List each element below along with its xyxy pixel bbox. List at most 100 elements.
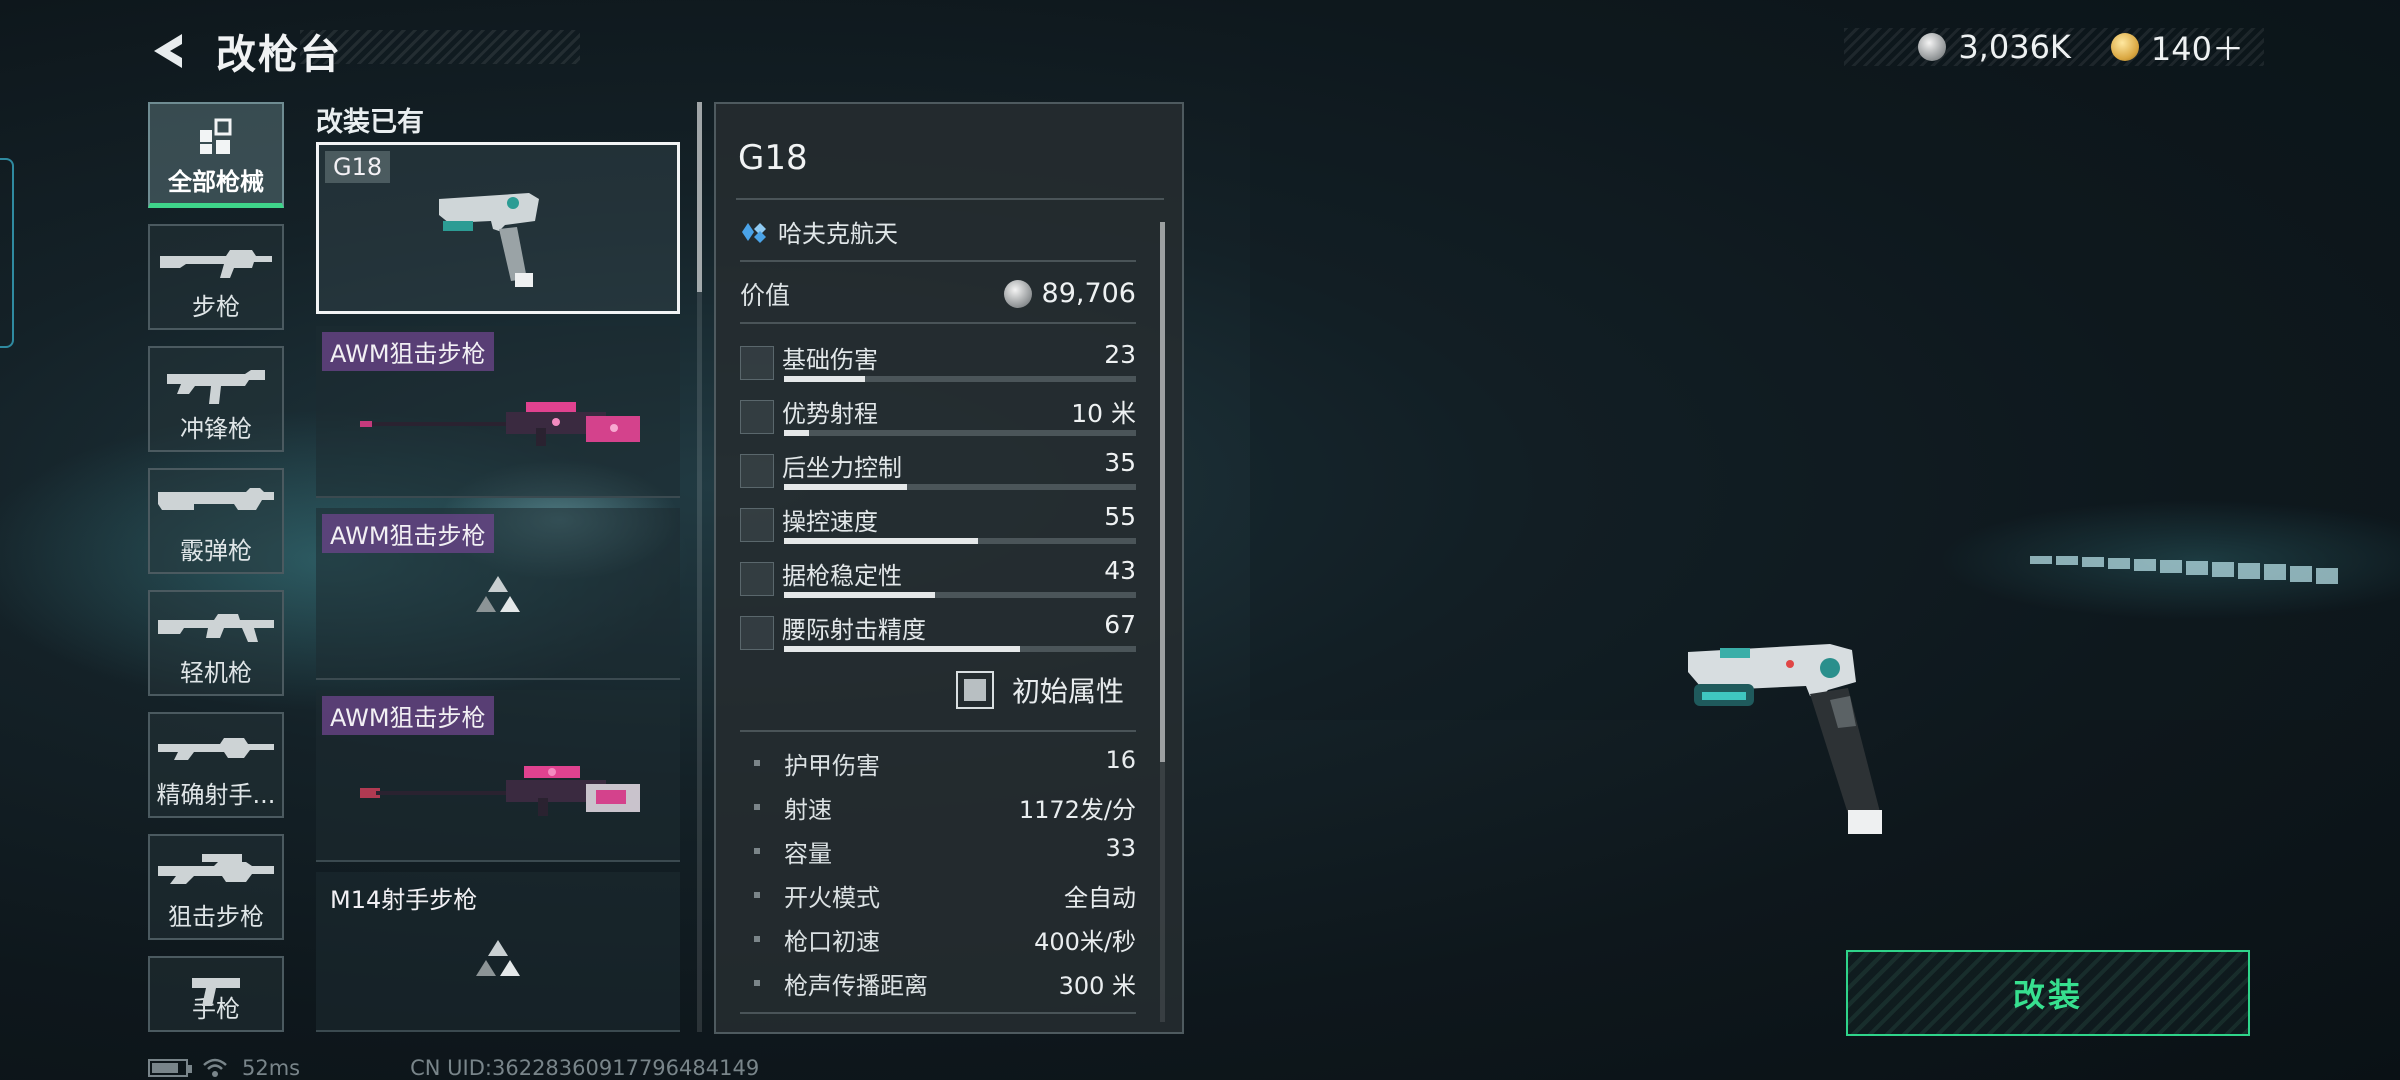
category-smg[interactable]: 冲锋枪 [148,346,284,452]
handling-icon [740,508,774,542]
weapon-value: 89,706 [1003,278,1136,309]
stat-value: 10 米 [1071,399,1136,428]
stat-bar-fill [784,538,978,544]
spec-sound-range: 枪声传播距离 300 米 [754,966,1136,1000]
stat-value: 35 [1104,448,1136,477]
rifle-icon [160,250,272,278]
divider [740,1012,1136,1014]
stat-hipfire-accuracy: 腰际射击精度 67 [740,610,1136,658]
smg-icon [167,370,265,404]
range-icon [740,400,774,434]
spec-value: 全自动 [1064,884,1136,912]
recoil-icon [740,454,774,488]
stat-label: 据枪稳定性 [782,562,902,590]
wifi-icon [203,1058,227,1077]
item-name: AWM狙击步枪 [322,332,494,371]
stat-value: 67 [1104,610,1136,639]
gold-coin-icon [2110,33,2139,61]
spec-label: 开火模式 [784,884,880,912]
stat-bar [784,538,1136,544]
stat-bar [784,484,1136,490]
category-label: 冲锋枪 [180,415,252,443]
panel-scrollbar-thumb[interactable] [1160,222,1165,762]
title-decoration [300,30,580,64]
category-all-weapons[interactable]: 全部枪械 [148,102,284,208]
stat-handling-speed: 操控速度 55 [740,502,1136,550]
category-marksman-rifle[interactable]: 精确射手... [148,712,284,818]
category-rifle[interactable]: 步枪 [148,224,284,330]
back-arrow-icon[interactable] [146,28,192,74]
stat-value: 43 [1104,556,1136,585]
triangle-placeholder-icon [476,940,520,976]
triangle-placeholder-icon [476,576,520,612]
value-label: 价值 [740,281,791,310]
weapon-preview-model [1688,644,1882,834]
damage-icon [740,346,774,380]
spec-muzzle-velocity: 枪口初速 400米/秒 [754,922,1136,956]
stat-label: 操控速度 [782,508,878,536]
category-sniper-rifle[interactable]: 狙击步枪 [148,834,284,940]
spec-armor-damage: 护甲伤害 16 [754,746,1136,780]
initial-attributes-checkbox[interactable] [956,671,994,709]
owned-section-title: 改装已有 [316,107,424,138]
pistol-icon [192,978,240,1006]
manufacturer: 哈夫克航天 [740,214,898,249]
category-lmg[interactable]: 轻机枪 [148,590,284,696]
stat-value: 55 [1104,502,1136,531]
initial-attributes-toggle[interactable]: 初始属性 [956,670,1124,710]
stat-label: 腰际射击精度 [782,616,926,644]
spec-label: 枪口初速 [784,928,880,956]
owned-item-m14[interactable]: M14射手步枪 [316,872,680,1032]
category-label: 狙击步枪 [168,903,264,931]
owned-item-awm-3[interactable]: AWM狙击步枪 [316,690,680,862]
gold-currency-value[interactable]: 140＋ [2151,24,2244,70]
item-name: AWM狙击步枪 [322,696,494,735]
spec-label: 枪声传播距离 [784,972,928,1000]
category-pistol[interactable]: 手枪 [148,956,284,1032]
owned-item-awm-1[interactable]: AWM狙击步枪 [316,326,680,498]
spec-capacity: 容量 33 [754,834,1136,868]
stat-base-damage: 基础伤害 23 [740,340,1136,388]
currency-bar: 3,036K 140＋ [1844,28,2264,68]
stat-bar-fill [784,646,1020,652]
divider [740,260,1136,262]
grid-icon [200,118,232,154]
stat-bar-fill [784,376,865,382]
stat-recoil-control: 后坐力控制 35 [740,448,1136,496]
category-label: 全部枪械 [168,168,264,196]
stat-label: 后坐力控制 [782,454,902,482]
stat-value: 23 [1104,340,1136,369]
sniper-rifle-icon [158,854,274,884]
item-name: M14射手步枪 [330,886,478,914]
spec-label: 护甲伤害 [784,752,880,780]
stat-bar [784,646,1136,652]
spec-label: 射速 [784,796,832,824]
owned-item-g18[interactable]: G18 [316,142,680,314]
lmg-icon [158,614,274,642]
pink-sniper-thumbnail [360,402,640,446]
stat-label: 基础伤害 [782,346,878,374]
spec-value: 1172发/分 [1018,796,1136,824]
spec-value: 400米/秒 [1034,928,1136,956]
category-label: 霰弹枪 [180,537,252,565]
category-label: 精确射手... [156,781,276,809]
category-label: 步枪 [192,293,240,321]
side-edge-tab[interactable] [0,158,14,348]
spec-value: 16 [1105,746,1136,774]
spec-fire-mode: 开火模式 全自动 [754,878,1136,912]
modify-button[interactable]: 改装 [1846,950,2250,1036]
manufacturer-logo-icon [742,222,766,243]
spec-value: 300 米 [1058,972,1136,1000]
category-shotgun[interactable]: 霰弹枪 [148,468,284,574]
weapon-name: G18 [738,138,808,178]
item-name: AWM狙击步枪 [322,514,494,553]
pistol-thumbnail [439,193,539,287]
stat-bar-fill [784,592,936,598]
list-scrollbar-thumb[interactable] [697,102,702,292]
modify-button-label: 改装 [2012,976,2083,1014]
crosshair-icon [740,562,774,596]
stat-bar [784,592,1136,598]
owned-item-awm-2[interactable]: AWM狙击步枪 [316,508,680,680]
divider [740,322,1136,324]
stat-effective-range: 优势射程 10 米 [740,394,1136,442]
